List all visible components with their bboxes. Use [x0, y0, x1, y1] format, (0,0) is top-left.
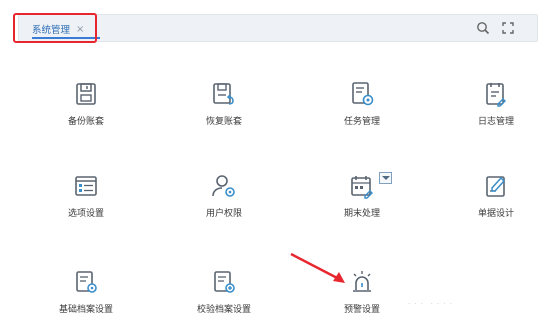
- fullscreen-icon[interactable]: [500, 20, 516, 36]
- tile-task-management[interactable]: 任务管理: [314, 80, 410, 138]
- tile-label: 期末处理: [343, 209, 380, 219]
- tab-label: 系统管理: [32, 25, 71, 36]
- tile-label: 单据设计: [477, 209, 514, 219]
- tab-active-indicator: [32, 37, 100, 39]
- annotation-arrow: [290, 252, 345, 283]
- verify-archive-icon: [214, 271, 235, 293]
- tile-backup-account[interactable]: 备份账套: [38, 80, 134, 138]
- tile-label: 备份账套: [67, 117, 104, 127]
- watermark: · · · · · · ·: [408, 300, 454, 308]
- backup-icon: [76, 83, 96, 105]
- tab-bar: 系统管理 ×: [18, 14, 538, 42]
- user-permission-icon: [212, 175, 235, 197]
- chevron-down-icon[interactable]: [379, 172, 392, 184]
- tile-label: 任务管理: [343, 117, 380, 127]
- tile-period-end-processing[interactable]: 期末处理: [314, 172, 410, 230]
- tile-options-settings[interactable]: 选项设置: [38, 172, 134, 230]
- period-end-icon: [351, 176, 373, 199]
- close-icon[interactable]: ×: [76, 24, 84, 35]
- tile-label: 日志管理: [477, 117, 514, 127]
- tile-label: 用户权限: [205, 209, 242, 219]
- tab-system-management[interactable]: 系统管理 ×: [26, 18, 104, 40]
- base-archive-icon: [76, 271, 97, 293]
- tile-document-design[interactable]: 单据设计: [448, 172, 544, 230]
- tile-restore-account[interactable]: 恢复账套: [176, 80, 272, 138]
- search-icon[interactable]: [475, 20, 491, 36]
- document-design-icon: [486, 176, 506, 197]
- tile-label: 预警设置: [343, 305, 380, 315]
- tile-label: 校验档案设置: [196, 305, 251, 315]
- tile-verify-archive-settings[interactable]: 校验档案设置: [176, 268, 272, 326]
- tile-label: 恢复账套: [205, 117, 242, 127]
- tile-user-permissions[interactable]: 用户权限: [176, 172, 272, 230]
- tile-log-management[interactable]: 日志管理: [448, 80, 544, 138]
- log-icon: [486, 83, 506, 107]
- tile-label: 基础档案设置: [58, 305, 113, 315]
- tile-base-archive-settings[interactable]: 基础档案设置: [38, 268, 134, 326]
- task-icon: [352, 82, 374, 106]
- options-icon: [75, 176, 97, 196]
- tile-label: 选项设置: [67, 209, 104, 219]
- restore-icon: [213, 83, 234, 105]
